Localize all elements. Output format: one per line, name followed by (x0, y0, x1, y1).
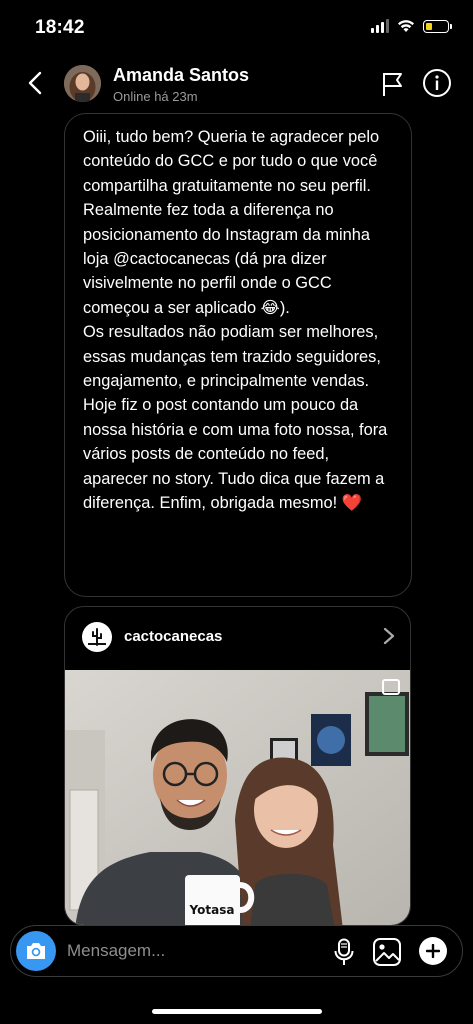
add-button[interactable] (419, 937, 447, 965)
contact-name[interactable]: Amanda Santos (113, 65, 249, 86)
message-paragraph: Oiii, tudo bem? Queria te agradecer pelo… (83, 128, 380, 317)
flag-icon[interactable] (378, 70, 406, 98)
status-icons (371, 19, 452, 33)
back-button[interactable] (20, 68, 50, 98)
chat-header: Amanda Santos Online há 23m (0, 56, 473, 116)
message-input[interactable] (65, 935, 319, 967)
message-paragraph: Os resultados não podiam ser melhores, e… (83, 323, 381, 391)
chevron-right-icon (383, 627, 395, 645)
status-time: 18:42 (35, 17, 85, 38)
shared-post-header[interactable]: cactocanecas (65, 607, 410, 669)
post-photo[interactable]: Yotasa (65, 670, 411, 926)
wifi-icon (398, 20, 414, 32)
message-bubble[interactable]: Oiii, tudo bem? Queria te agradecer pelo… (64, 113, 412, 597)
message-composer (10, 925, 463, 977)
shared-post[interactable]: cactocanecas Yotasa (64, 606, 411, 926)
signal-icon (371, 19, 389, 33)
home-indicator[interactable] (152, 1009, 322, 1014)
camera-icon (27, 943, 45, 959)
info-icon[interactable] (422, 68, 452, 98)
presence-status: Online há 23m (113, 89, 198, 104)
status-bar: 18:42 (0, 0, 473, 56)
avatar[interactable] (64, 65, 101, 102)
gallery-icon[interactable] (372, 937, 402, 967)
shared-post-username[interactable]: cactocanecas (124, 628, 222, 645)
back-chevron-icon (28, 71, 42, 95)
camera-button[interactable] (16, 931, 56, 971)
message-paragraph: Hoje fiz o post contando um pouco da nos… (83, 396, 388, 513)
cactus-logo-icon (82, 622, 112, 652)
battery-icon (423, 19, 452, 33)
plus-icon (426, 944, 440, 958)
mug-text: Yotasa (189, 903, 235, 917)
microphone-icon[interactable] (333, 938, 355, 966)
